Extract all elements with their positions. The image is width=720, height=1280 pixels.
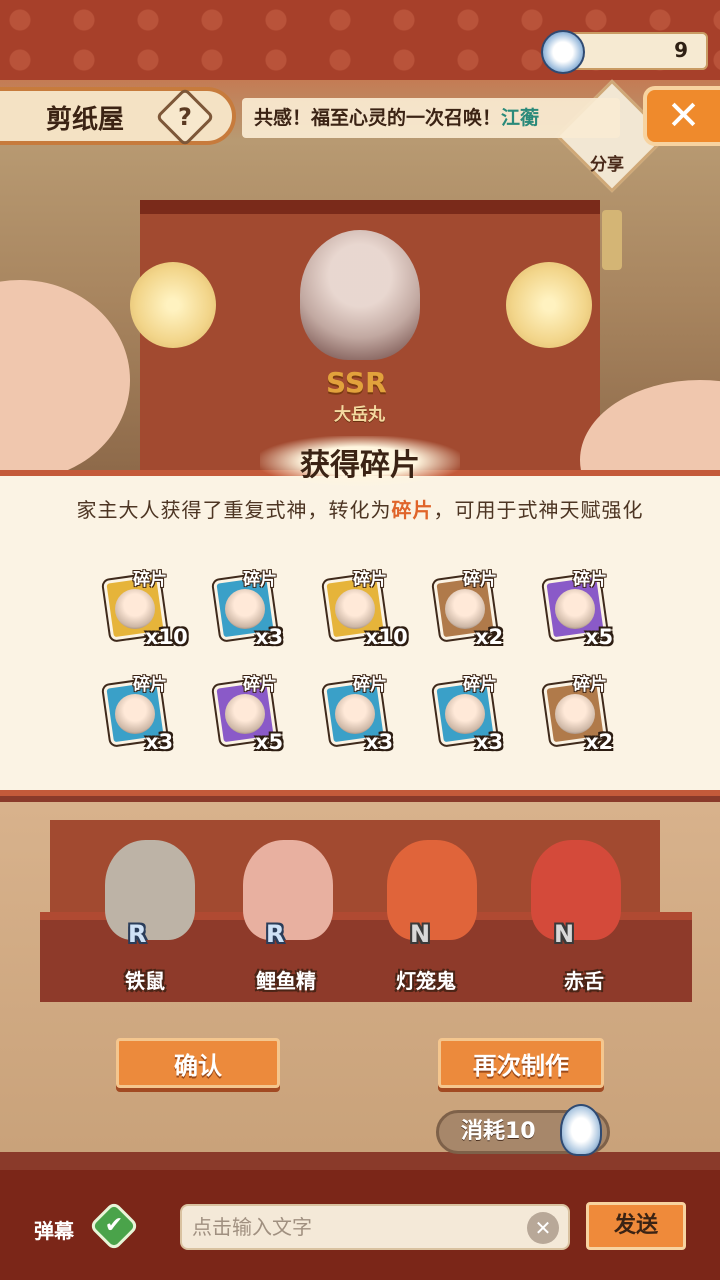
fragment-tag: 碎片	[133, 570, 167, 590]
fragment-item[interactable]: 碎片 x2	[425, 565, 535, 655]
ssr-rarity-label: SSR	[326, 366, 387, 399]
shikigami-portrait	[225, 589, 265, 629]
fragment-count: x5	[255, 730, 284, 754]
shikigami-portrait	[555, 589, 595, 629]
fragment-item[interactable]: 碎片 x3	[315, 670, 425, 760]
character-denglonggui[interactable]: N	[372, 820, 492, 950]
shikigami-portrait	[445, 589, 485, 629]
close-icon: ✕	[666, 93, 701, 139]
marquee-text: 共感！福至心灵的一次召唤！	[254, 107, 502, 129]
fragment-count: x3	[145, 730, 174, 754]
result-title: 获得碎片	[300, 448, 420, 483]
send-button[interactable]: 发送	[586, 1202, 686, 1250]
fragment-count: x2	[585, 730, 614, 754]
ssr-character-name: 大岳丸	[334, 405, 385, 425]
fragment-item[interactable]: 碎片 x10	[95, 565, 205, 655]
fragment-tag: 碎片	[463, 675, 497, 695]
fragment-tag: 碎片	[133, 675, 167, 695]
share-label[interactable]: 分享	[590, 150, 624, 175]
desc-suffix: ，可用于式神天赋强化	[433, 498, 644, 522]
character-art	[105, 840, 195, 940]
fragment-item[interactable]: 碎片 x10	[315, 565, 425, 655]
rarity-badge: R	[266, 920, 285, 948]
announcement-marquee: 共感！福至心灵的一次召唤！江蘅	[242, 98, 620, 138]
desc-highlight: 碎片	[391, 498, 434, 522]
result-description: 家主大人获得了重复式神，转化为碎片，可用于式神天赋强化	[0, 494, 720, 523]
fragment-count: x3	[475, 730, 504, 754]
fragment-tag: 碎片	[573, 675, 607, 695]
fragment-count: x3	[255, 625, 284, 649]
ssr-character-art	[300, 230, 420, 360]
make-again-button[interactable]: 再次制作	[438, 1038, 604, 1088]
fragment-count: x5	[585, 625, 614, 649]
paper-doll-icon	[560, 1104, 602, 1156]
shikigami-portrait	[555, 694, 595, 734]
shikigami-portrait	[335, 694, 375, 734]
character-name: 赤舌	[564, 969, 604, 993]
currency-value: 9	[674, 38, 688, 62]
fragment-item[interactable]: 碎片 x3	[95, 670, 205, 760]
page-title: 剪纸屋	[46, 105, 125, 135]
fragment-count: x3	[365, 730, 394, 754]
fragment-tag: 碎片	[353, 675, 387, 695]
confirm-button[interactable]: 确认	[116, 1038, 280, 1088]
danmaku-input[interactable]	[192, 1212, 512, 1242]
fragment-item[interactable]: 碎片 x5	[535, 565, 645, 655]
paper-doll-icon	[541, 30, 585, 74]
rarity-badge: N	[554, 920, 575, 948]
character-chishe[interactable]: N	[516, 820, 636, 950]
share-tassel	[602, 210, 622, 270]
lantern-left	[130, 262, 216, 348]
character-tieshu[interactable]: R	[90, 820, 210, 950]
danmaku-input-box[interactable]	[180, 1204, 570, 1250]
desc-prefix: 家主大人获得了重复式神，转化为	[76, 498, 392, 522]
character-art	[531, 840, 621, 940]
danmaku-label: 弹幕	[34, 1219, 74, 1243]
question-icon: ?	[178, 103, 192, 131]
character-art	[243, 840, 333, 940]
fragment-item[interactable]: 碎片 x2	[535, 670, 645, 760]
fragment-tag: 碎片	[243, 675, 277, 695]
fragment-item[interactable]: 碎片 x3	[205, 565, 315, 655]
check-icon: ✔	[104, 1213, 124, 1238]
fragment-tag: 碎片	[353, 570, 387, 590]
fragment-count: x2	[475, 625, 504, 649]
character-name: 铁鼠	[125, 969, 165, 993]
fragment-count: x10	[145, 625, 188, 649]
close-icon: ✕	[534, 1216, 552, 1240]
rarity-badge: N	[410, 920, 431, 948]
shikigami-portrait	[225, 694, 265, 734]
fragment-tag: 碎片	[573, 570, 607, 590]
shikigami-portrait	[115, 589, 155, 629]
character-name: 灯笼鬼	[396, 969, 456, 993]
lantern-right	[506, 262, 592, 348]
close-button[interactable]: ✕	[643, 86, 720, 146]
shikigami-portrait	[335, 589, 375, 629]
clear-input-button[interactable]: ✕	[527, 1212, 559, 1244]
fragment-item[interactable]: 碎片 x5	[205, 670, 315, 760]
shikigami-portrait	[115, 694, 155, 734]
fragment-grid: 碎片 x10 碎片 x3 碎片 x10 碎片 x2 碎片 x5 碎片 x3 碎片…	[95, 565, 655, 765]
character-liyujing[interactable]: R	[228, 820, 348, 950]
marquee-highlight: 江蘅	[501, 107, 540, 129]
character-name: 鲤鱼精	[256, 969, 316, 993]
fragment-tag: 碎片	[243, 570, 277, 590]
shikigami-portrait	[445, 694, 485, 734]
rarity-badge: R	[128, 920, 147, 948]
fragment-tag: 碎片	[463, 570, 497, 590]
character-art	[387, 840, 477, 940]
fragment-count: x10	[365, 625, 408, 649]
fragment-item[interactable]: 碎片 x3	[425, 670, 535, 760]
